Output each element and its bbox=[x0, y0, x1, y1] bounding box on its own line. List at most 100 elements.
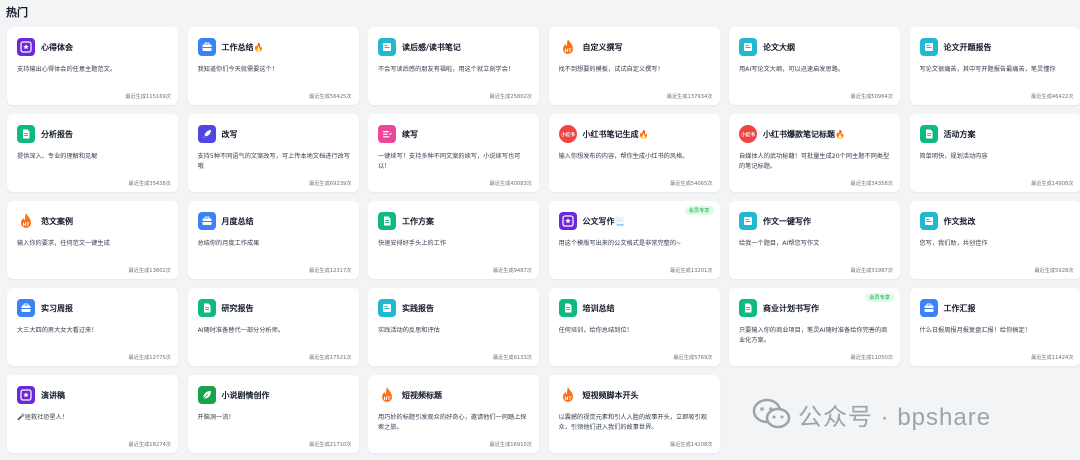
template-card[interactable]: 小红书 小红书笔记生成🔥 输入你想发布的内容，帮你生成小红书的风格。 最近生成5… bbox=[548, 114, 720, 192]
card-title: 培训总结 bbox=[582, 303, 615, 313]
card-title: 分析报告 bbox=[41, 129, 73, 139]
document-icon bbox=[739, 299, 757, 317]
card-description: 输入你想发布的内容，帮你生成小红书的风格。 bbox=[558, 153, 689, 160]
template-card[interactable]: 论文开题报告 写论文很痛苦，其中写开题报告最痛苦，笔灵懂你 最近生成46422次 bbox=[909, 27, 1080, 105]
template-card[interactable]: 小红书 小红书爆款笔记标题🔥 自媒体人的武功秘籍！可批量生成20个同主题不同类型… bbox=[729, 114, 900, 192]
card-usage-count: 最近生成25802次 bbox=[489, 94, 532, 100]
card-title: 读后感/读书笔记 bbox=[402, 42, 461, 52]
template-card[interactable]: 研究报告 AI随时准备替代一部分分析师。 最近生成17521次 bbox=[187, 288, 359, 366]
card-header: 小红书 小红书爆款笔记标题🔥 bbox=[739, 124, 892, 144]
card-header: 论文大纲 bbox=[739, 37, 892, 57]
vip-badge: 会员专享 bbox=[865, 293, 894, 302]
template-card[interactable]: 会员专享 商业计划书写作 只要输入你的商业项目，笔灵AI随时准备给你完善的商业化… bbox=[729, 288, 900, 366]
card-usage-count: 最近生成34358次 bbox=[850, 181, 893, 187]
template-card[interactable]: 工作方案 快速安排好手头上的工作 最近生成9487次 bbox=[368, 201, 539, 279]
card-description: 用巧妙的标题引发观众的好奇心，邀请他们一同踏上探索之旅。 bbox=[378, 414, 527, 431]
card-description: 🎤拯救社恐星人！ bbox=[17, 414, 69, 421]
document-icon bbox=[17, 125, 35, 143]
document-icon bbox=[919, 125, 938, 143]
card-title: 研究报告 bbox=[221, 303, 254, 313]
card-title: 商业计划书写作 bbox=[763, 303, 819, 313]
book-icon bbox=[739, 38, 757, 56]
template-card[interactable]: 读后感/读书笔记 不会写读后感的朋友有福啦，用这个就立刻学会！ 最近生成2580… bbox=[368, 27, 539, 105]
card-usage-count: 最近生成18274次 bbox=[128, 442, 171, 448]
card-title: 小说剧情创作 bbox=[221, 390, 270, 400]
card-description: 用这个模版写出来的公文格式是非常完整的~ bbox=[558, 240, 682, 247]
template-card[interactable]: 实习周报 大三大四的男大女大看过来！ 最近生成12775次 bbox=[7, 288, 178, 366]
card-description: 用AI写论文大纲，可以迅速启发思路。 bbox=[739, 66, 845, 73]
card-header: 研究报告 bbox=[197, 298, 351, 318]
card-header: 心得体会 bbox=[17, 37, 170, 57]
template-card[interactable]: 会员专享 公文写作📃 用这个模版写出来的公文格式是非常完整的~ 最近生成1320… bbox=[548, 201, 720, 279]
svg-text:小红书: 小红书 bbox=[561, 131, 575, 138]
card-description: 开脑洞一流！ bbox=[197, 414, 235, 421]
card-usage-count: 最近生成137934次 bbox=[666, 94, 713, 100]
card-usage-count: 最近生成11424次 bbox=[1031, 355, 1074, 361]
template-card[interactable]: 改写 支持5种不同语气的文案改写，可上传本地文档进行改写哦 最近生成69239次 bbox=[187, 114, 359, 192]
card-usage-count: 最近生成115169次 bbox=[125, 94, 171, 100]
card-description: 找不到想要的模板，试试自定义撰写！ bbox=[558, 66, 664, 73]
xiaohongshu-icon: 小红书 bbox=[739, 125, 757, 143]
card-title: 小红书爆款笔记标题🔥 bbox=[763, 129, 845, 139]
document-icon bbox=[378, 212, 396, 230]
card-header: HT 范文案例 bbox=[17, 211, 170, 231]
card-header: HT 短视频标题 bbox=[378, 385, 531, 405]
card-usage-count: 最近生成14908次 bbox=[1031, 181, 1074, 187]
card-description: 支持输出心得体会的任意主题范文。 bbox=[17, 66, 116, 73]
purple-star-icon bbox=[17, 38, 35, 56]
briefcase-icon bbox=[197, 38, 216, 56]
template-card[interactable]: 实践报告 实践活动的反思和评估 最近生成6133次 bbox=[368, 288, 539, 366]
template-card[interactable]: HT 短视频脚本开头 以震撼的视觉元素和引人入胜的故事开头，立即吸引观众，引领他… bbox=[548, 375, 720, 453]
card-header: HT 自定义撰写 bbox=[559, 37, 712, 57]
card-title: 实践报告 bbox=[402, 303, 434, 313]
pen-lines-icon bbox=[378, 125, 396, 143]
template-card[interactable]: 分析报告 提供深入、专业的理解和见解 最近生成35438次 bbox=[7, 114, 178, 192]
card-usage-count: 最近生成5928次 bbox=[1034, 268, 1074, 274]
card-header: 演讲稿 bbox=[17, 385, 170, 405]
card-header: 工作总结🔥 bbox=[197, 37, 351, 57]
card-title: 短视频脚本开头 bbox=[582, 390, 639, 400]
svg-text:小红书: 小红书 bbox=[741, 131, 755, 138]
card-title: 小红书笔记生成🔥 bbox=[582, 129, 649, 139]
vip-badge: 会员专享 bbox=[684, 206, 714, 215]
template-card[interactable]: 工作总结🔥 我知道你们今天就需要这个！ 最近生成56425次 bbox=[187, 27, 359, 105]
template-card[interactable]: 月度总结 总结你的月度工作成果 最近生成12317次 bbox=[187, 201, 359, 279]
card-title-emoji: 📃 bbox=[614, 216, 625, 226]
template-card[interactable]: 演讲稿 🎤拯救社恐星人！ 最近生成18274次 bbox=[7, 375, 178, 453]
card-usage-count: 最近生成13802次 bbox=[128, 268, 171, 274]
template-card[interactable]: 心得体会 支持输出心得体会的任意主题范文。 最近生成115169次 bbox=[7, 27, 178, 105]
template-card[interactable]: HT 短视频标题 用巧妙的标题引发观众的好奇心，邀请他们一同踏上探索之旅。 最近… bbox=[368, 375, 539, 453]
template-card[interactable]: 作文一键写作 给我一个题目，AI帮您写作文 最近生成31987次 bbox=[729, 201, 900, 279]
card-header: HT 短视频脚本开头 bbox=[559, 385, 712, 405]
card-header: 作文批改 bbox=[919, 211, 1073, 231]
template-card[interactable]: 续写 一键续写！支持多种不同文案的续写，小说续写也可以！ 最近生成40083次 bbox=[368, 114, 539, 192]
card-title: 月度总结 bbox=[221, 216, 254, 226]
template-card[interactable]: 小说剧情创作 开脑洞一流！ 最近生成21710次 bbox=[187, 375, 359, 453]
card-description: 一键续写！支持多种不同文案的续写，小说续写也可以！ bbox=[378, 153, 521, 170]
template-card[interactable]: HT 自定义撰写 找不到想要的模板，试试自定义撰写！ 最近生成137934次 bbox=[548, 27, 720, 105]
template-card[interactable]: 活动方案 简单明快，规划活动内容 最近生成14908次 bbox=[909, 114, 1080, 192]
card-title: 改写 bbox=[221, 129, 238, 139]
section-title: 热门 bbox=[6, 6, 28, 19]
template-card[interactable]: HT 范文案例 输入你的要求，任何范文一键生成 最近生成13802次 bbox=[7, 201, 178, 279]
card-header: 工作方案 bbox=[378, 211, 531, 231]
watermark-text: 公众号 · bpshare bbox=[798, 403, 992, 431]
card-description: 输入你的要求，任何范文一键生成 bbox=[17, 240, 110, 247]
card-title: 作文批改 bbox=[943, 216, 976, 226]
card-description: AI随时准备替代一部分分析师。 bbox=[197, 327, 285, 334]
card-description: 总结你的月度工作成果 bbox=[197, 240, 260, 247]
template-card[interactable]: 论文大纲 用AI写论文大纲，可以迅速启发思路。 最近生成50964次 bbox=[729, 27, 900, 105]
template-card[interactable]: 工作汇报 什么日报周报月报复盘汇报！给你搞定！ 最近生成11424次 bbox=[909, 288, 1080, 366]
rocket-icon bbox=[197, 125, 216, 143]
template-card[interactable]: 培训总结 任何培训，给你总结到位！ 最近生成5769次 bbox=[548, 288, 720, 366]
card-description: 只要输入你的商业项目，笔灵AI随时准备给你完善的商业化方案。 bbox=[739, 327, 888, 344]
card-usage-count: 最近生成40083次 bbox=[489, 181, 532, 187]
card-title: 工作汇报 bbox=[943, 303, 976, 313]
card-header: 分析报告 bbox=[17, 124, 170, 144]
briefcase-icon bbox=[197, 212, 216, 230]
card-description: 我知道你们今天就需要这个！ bbox=[197, 66, 278, 73]
card-title: 短视频标题 bbox=[402, 390, 442, 400]
template-card[interactable]: 作文批改 您写，我们助，共创佳作 最近生成5928次 bbox=[909, 201, 1080, 279]
wechat-logo-icon bbox=[752, 398, 791, 429]
card-usage-count: 最近生成50964次 bbox=[850, 94, 893, 100]
